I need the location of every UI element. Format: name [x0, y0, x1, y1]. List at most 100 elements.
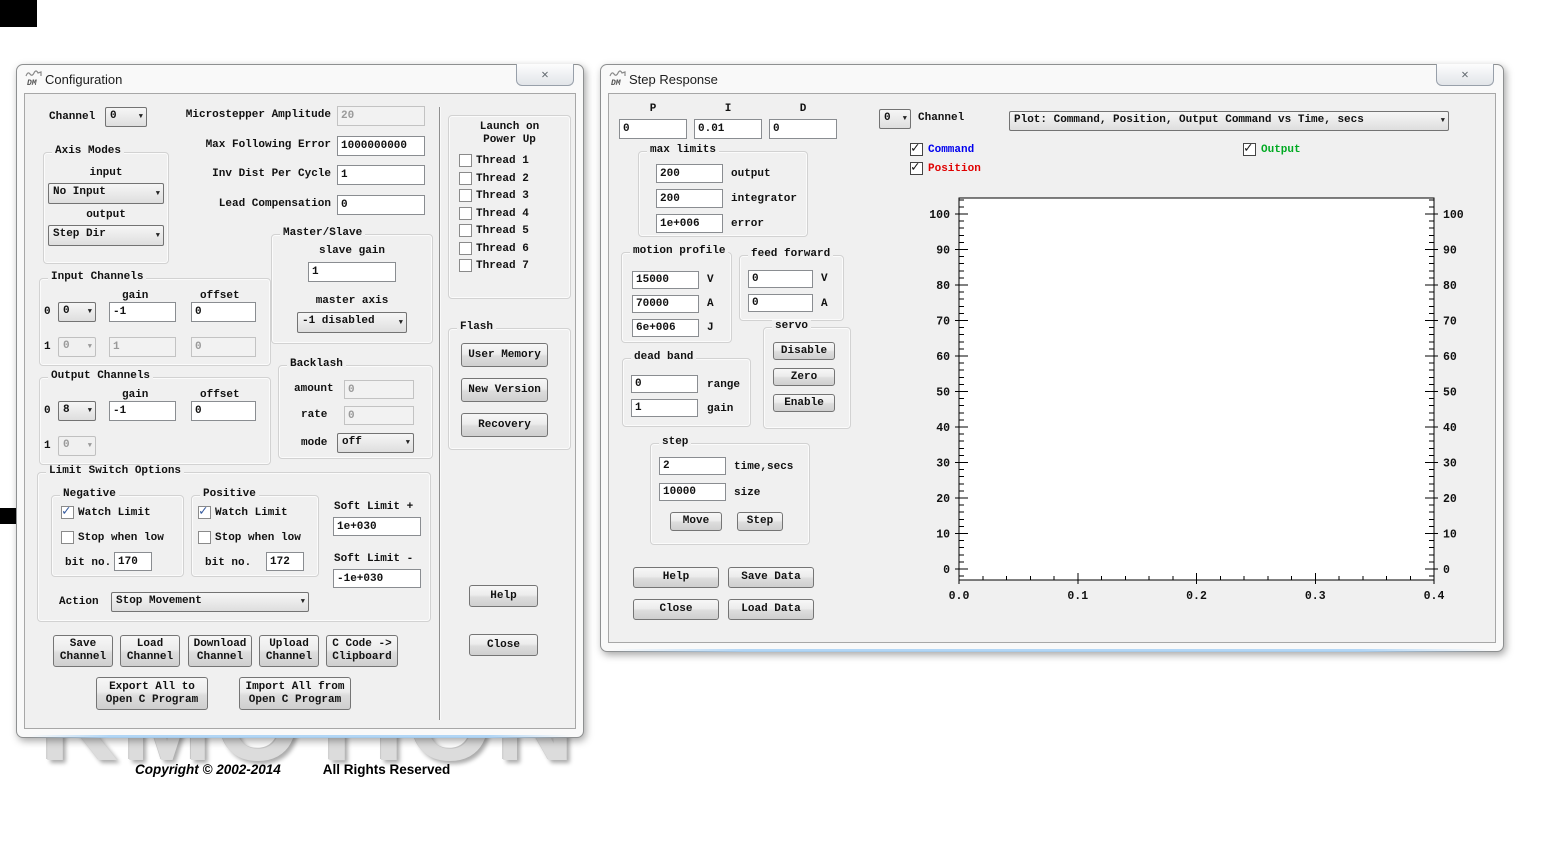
thread-7-checkbox[interactable]: [459, 259, 472, 272]
backlash-mode-select[interactable]: off ▼: [337, 433, 414, 453]
max-error-field[interactable]: [656, 214, 723, 233]
thread-3-checkbox[interactable]: [459, 189, 472, 202]
c-code-clipboard-button[interactable]: C Code -> Clipboard: [326, 635, 398, 667]
step-channel-select[interactable]: 0 ▼: [879, 109, 911, 129]
ff-velocity-field[interactable]: [748, 270, 813, 288]
limit-action-select[interactable]: Stop Movement ▼: [111, 592, 309, 612]
svg-text:0.2: 0.2: [1186, 590, 1207, 603]
save-data-button[interactable]: Save Data: [728, 567, 814, 588]
thread-2-checkbox[interactable]: [459, 172, 472, 185]
import-all-button[interactable]: Import All from Open C Program: [239, 677, 351, 710]
output-row0-channel-select[interactable]: 8 ▼: [58, 401, 96, 421]
output-row1-channel-select: 0 ▼: [58, 436, 96, 456]
thread-1-checkbox[interactable]: [459, 154, 472, 167]
step-button[interactable]: Step: [737, 512, 783, 531]
master-axis-select[interactable]: -1 disabled ▼: [297, 312, 407, 333]
svg-text:100: 100: [1443, 209, 1464, 222]
upload-channel-button[interactable]: Upload Channel: [259, 635, 319, 667]
svg-text:90: 90: [936, 244, 950, 257]
output-legend-label: Output: [1261, 144, 1301, 156]
output-row0-gain-field[interactable]: [109, 401, 176, 421]
thread-4-checkbox[interactable]: [459, 207, 472, 220]
inv-dist-per-cycle-field[interactable]: [337, 165, 425, 185]
output-row0-offset-field[interactable]: [191, 401, 256, 421]
d-gain-field[interactable]: [769, 119, 837, 139]
load-channel-button[interactable]: Load Channel: [120, 635, 180, 667]
positive-bit-no-field[interactable]: [266, 552, 304, 571]
step-size-field[interactable]: [659, 483, 726, 501]
thread-6-checkbox[interactable]: [459, 242, 472, 255]
positive-stop-when-low-label: Stop when low: [215, 532, 301, 544]
user-memory-button[interactable]: User Memory: [461, 343, 548, 367]
chevron-down-icon: ▼: [156, 189, 160, 197]
configuration-titlebar[interactable]: DM Configuration ✕: [17, 65, 583, 93]
ff-acceleration-field[interactable]: [748, 294, 813, 312]
soft-limit-plus-field[interactable]: [333, 517, 421, 536]
slave-gain-label: slave gain: [272, 245, 432, 257]
svg-text:70: 70: [936, 315, 950, 328]
output-channels-group: Output Channels gain offset 0 8 ▼ 1 0 ▼: [39, 377, 271, 465]
soft-limit-minus-field[interactable]: [333, 569, 421, 588]
svg-text:0.4: 0.4: [1424, 590, 1445, 603]
svg-text:10: 10: [936, 528, 950, 541]
svg-text:10: 10: [1443, 528, 1457, 541]
velocity-field[interactable]: [632, 271, 699, 289]
rights-text: All Rights Reserved: [323, 762, 451, 777]
axis-input-mode-select[interactable]: No Input ▼: [48, 183, 164, 204]
backlash-rate-field: [344, 406, 414, 425]
max-integrator-field[interactable]: [656, 189, 723, 208]
close-window-icon[interactable]: ✕: [516, 64, 574, 86]
p-gain-field[interactable]: [619, 119, 687, 139]
jerk-field[interactable]: [632, 319, 699, 337]
move-button[interactable]: Move: [670, 512, 722, 531]
servo-disable-button[interactable]: Disable: [773, 342, 835, 360]
dynomotion-app-icon: DM: [609, 70, 627, 87]
close-window-icon[interactable]: ✕: [1436, 64, 1494, 86]
position-checkbox[interactable]: [910, 162, 923, 175]
input-row0-offset-field[interactable]: [191, 302, 256, 322]
config-help-button[interactable]: Help: [469, 585, 538, 607]
master-slave-group: Master/Slave slave gain master axis -1 d…: [271, 234, 433, 344]
config-close-button[interactable]: Close: [469, 634, 538, 656]
load-data-button[interactable]: Load Data: [728, 599, 814, 620]
chevron-down-icon: ▼: [88, 442, 92, 450]
step-time-field[interactable]: [659, 457, 726, 475]
dead-band-range-field[interactable]: [631, 375, 698, 393]
plot-mode-select[interactable]: Plot: Command, Position, Output Command …: [1009, 111, 1449, 131]
axis-output-mode-select[interactable]: Step Dir ▼: [48, 225, 164, 246]
input-row0-gain-field[interactable]: [109, 302, 176, 322]
export-all-button[interactable]: Export All to Open C Program: [96, 677, 208, 710]
thread-5-checkbox[interactable]: [459, 224, 472, 237]
output-checkbox[interactable]: [1243, 143, 1256, 156]
chevron-down-icon: ▼: [88, 407, 92, 415]
negative-stop-when-low-checkbox[interactable]: [61, 531, 74, 544]
launch-on-power-up-group: Launch on Power Up Thread 1 Thread 2 Thr…: [448, 115, 571, 299]
step-close-button[interactable]: Close: [633, 599, 719, 620]
velocity-label: V: [707, 274, 714, 286]
command-checkbox[interactable]: [910, 143, 923, 156]
slave-gain-field[interactable]: [308, 262, 396, 282]
max-following-error-field[interactable]: [337, 136, 425, 156]
svg-text:50: 50: [1443, 386, 1457, 399]
input-row0-channel-select[interactable]: 0 ▼: [58, 302, 96, 322]
servo-zero-button[interactable]: Zero: [773, 368, 835, 386]
step-time-label: time,secs: [734, 461, 793, 473]
positive-watch-limit-checkbox[interactable]: [198, 506, 211, 519]
dead-band-group: dead band range gain: [622, 358, 751, 427]
lead-compensation-field[interactable]: [337, 195, 425, 215]
negative-watch-limit-checkbox[interactable]: [61, 506, 74, 519]
download-channel-button[interactable]: Download Channel: [188, 635, 252, 667]
acceleration-field[interactable]: [632, 295, 699, 313]
servo-enable-button[interactable]: Enable: [773, 394, 835, 412]
negative-bit-no-field[interactable]: [114, 552, 152, 571]
recovery-button[interactable]: Recovery: [461, 413, 548, 437]
save-channel-button[interactable]: Save Channel: [53, 635, 113, 667]
dead-band-gain-field[interactable]: [631, 399, 698, 417]
microstepper-amplitude-label: Microstepper Amplitude: [131, 109, 331, 121]
new-version-button[interactable]: New Version: [461, 378, 548, 402]
positive-stop-when-low-checkbox[interactable]: [198, 531, 211, 544]
step-response-titlebar[interactable]: DM Step Response ✕: [601, 65, 1503, 93]
max-output-field[interactable]: [656, 164, 723, 183]
step-help-button[interactable]: Help: [633, 567, 719, 588]
i-gain-field[interactable]: [694, 119, 762, 139]
